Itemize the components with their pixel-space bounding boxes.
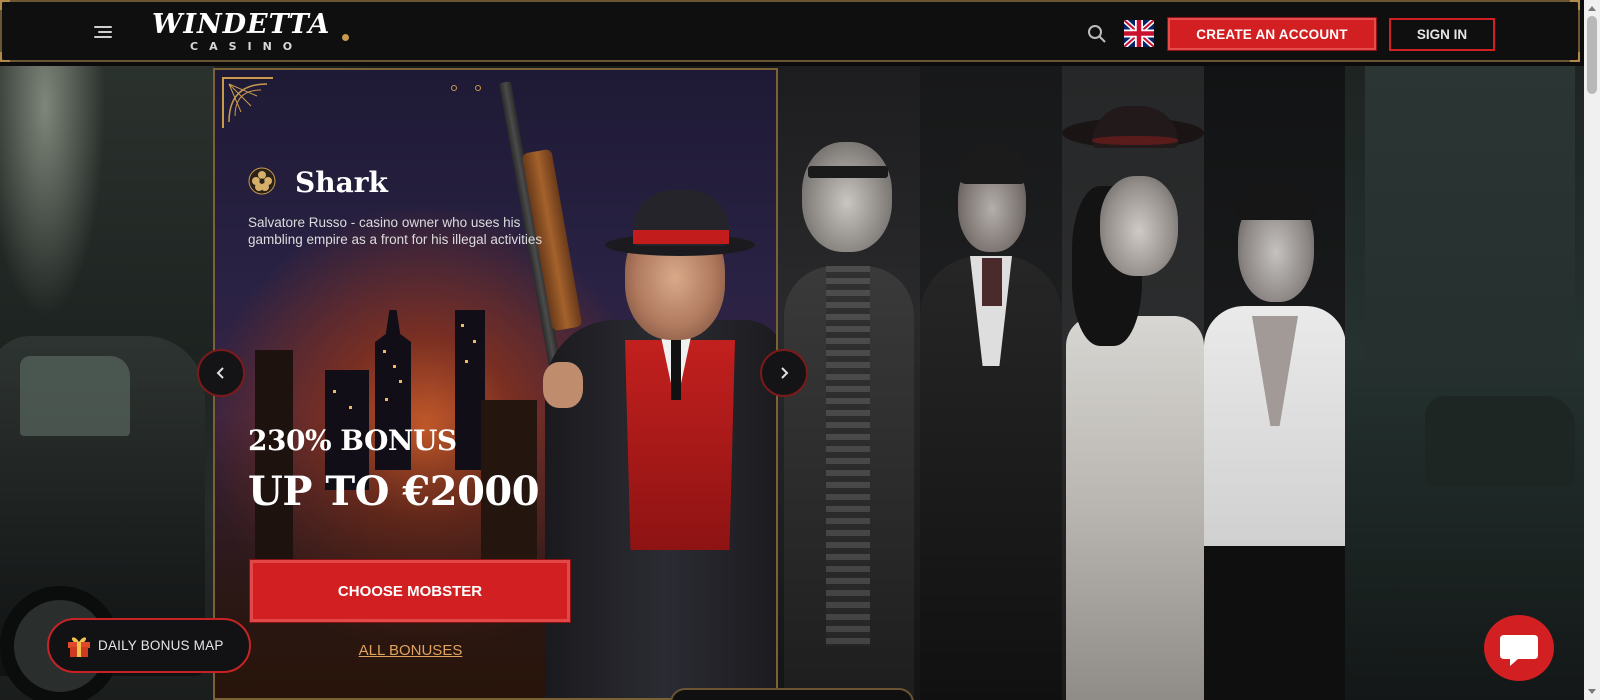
background-left-street [0,66,215,700]
logo-wordmark: WINDETTA [152,9,331,40]
character-card-gentleman[interactable] [920,66,1062,700]
scrollbar-thumb[interactable] [1587,16,1597,94]
scroll-up-arrow-icon[interactable] [1588,6,1596,11]
mobster-character-image [499,70,776,698]
bonus-percentage: 230% BONUS [248,424,457,457]
page-scrollbar[interactable] [1584,0,1600,700]
scroll-down-arrow-icon[interactable] [1588,689,1596,694]
background-right-street [1345,66,1584,700]
windetta-casino-logo[interactable]: WINDETTA CASINO [152,10,352,56]
art-deco-corner-ornament [222,77,273,128]
gift-icon [68,636,90,657]
bottom-panel-tab[interactable] [670,688,914,700]
daily-bonus-map-button[interactable]: DAILY BONUS MAP [47,618,251,673]
all-bonuses-link[interactable]: ALL BONUSES [215,642,606,659]
mobster-promo-card: Shark Salvatore Russo - casino owner who… [213,68,778,700]
chevron-left-icon [216,367,224,379]
character-name: Shark [295,166,388,199]
bonus-amount: UP TO €2000 [248,468,540,515]
daily-bonus-map-label: DAILY BONUS MAP [98,638,224,653]
chat-icon [1500,635,1538,666]
carousel-next-button[interactable] [760,349,808,397]
character-description: Salvatore Russo - casino owner who uses … [248,215,543,247]
character-card-young-man[interactable] [1204,66,1346,700]
live-chat-button[interactable] [1484,615,1554,681]
logo-subtitle: CASINO [190,40,304,53]
character-card-lady[interactable] [1062,66,1204,700]
shark-rank-icon [248,167,276,195]
uk-flag-icon[interactable] [1124,20,1154,47]
carousel-prev-button[interactable] [197,349,245,397]
site-header: WINDETTA CASINO CREATE AN ACCOUNT SIGN I… [0,0,1580,62]
choose-mobster-button[interactable]: CHOOSE MOBSTER [249,559,571,623]
sign-in-button[interactable]: SIGN IN [1389,18,1495,51]
chevron-right-icon [781,367,789,379]
create-account-button[interactable]: CREATE AN ACCOUNT [1167,17,1377,51]
search-icon[interactable] [1087,24,1107,44]
hamburger-menu-icon[interactable] [94,26,112,40]
